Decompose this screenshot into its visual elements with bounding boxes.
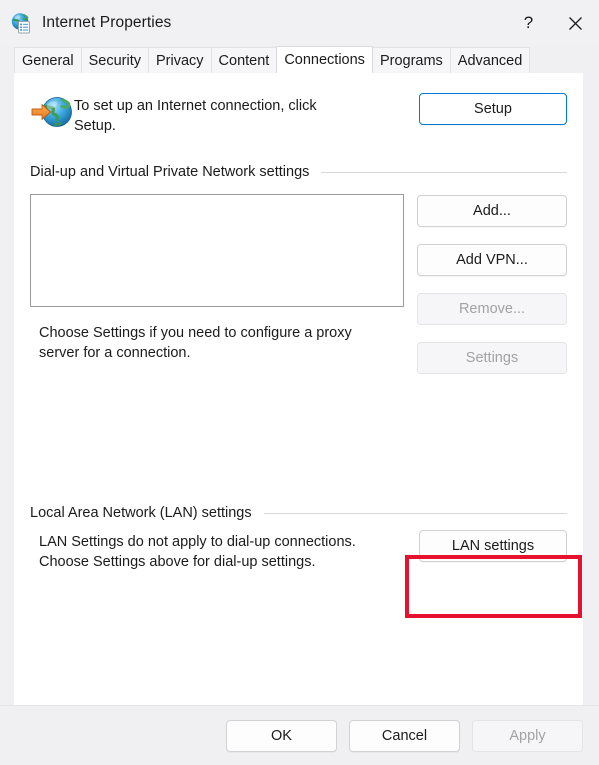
internet-properties-globe-icon	[10, 12, 32, 34]
close-icon	[568, 16, 583, 31]
dialup-body: Choose Settings if you need to configure…	[30, 194, 567, 374]
remove-button: Remove...	[417, 293, 567, 325]
help-button[interactable]: ?	[505, 0, 552, 46]
tab-programs[interactable]: Programs	[371, 47, 451, 73]
tab-connections[interactable]: Connections	[276, 46, 373, 73]
setup-button[interactable]: Setup	[419, 93, 567, 125]
group-divider	[263, 512, 567, 514]
internet-properties-dialog: Internet Properties ? General Security P…	[0, 0, 599, 765]
proxy-hint-text: Choose Settings if you need to configure…	[39, 325, 352, 361]
dialup-button-column: Add... Add VPN... Remove... Settings	[404, 195, 567, 374]
group-divider	[321, 171, 567, 173]
connections-panel: To set up an Internet connection, click …	[14, 73, 583, 705]
question-mark-icon: ?	[523, 13, 534, 32]
dialup-left-column: Choose Settings if you need to configure…	[30, 194, 404, 363]
dialup-group-title: Dial-up and Virtual Private Network sett…	[30, 164, 310, 180]
ok-button[interactable]: OK	[226, 719, 337, 752]
add-button[interactable]: Add...	[417, 195, 567, 227]
dialup-connections-list[interactable]	[30, 194, 404, 307]
add-vpn-button[interactable]: Add VPN...	[417, 244, 567, 276]
cancel-button[interactable]: Cancel	[349, 719, 460, 752]
dialog-footer: OK Cancel Apply	[0, 705, 599, 765]
setup-description: To set up an Internet connection, click …	[74, 98, 317, 134]
lan-body: LAN Settings do not apply to dial-up con…	[30, 530, 567, 572]
tab-general[interactable]: General	[14, 47, 82, 73]
lan-hint-text: LAN Settings do not apply to dial-up con…	[39, 534, 356, 570]
apply-button: Apply	[472, 719, 583, 752]
settings-button: Settings	[417, 342, 567, 374]
tab-bar: General Security Privacy Content Connect…	[0, 46, 599, 73]
lan-settings-button[interactable]: LAN settings	[419, 530, 567, 562]
content-area: To set up an Internet connection, click …	[0, 73, 599, 705]
caption-button-group: ?	[505, 0, 599, 46]
dialup-group-header: Dial-up and Virtual Private Network sett…	[30, 164, 567, 180]
tab-security[interactable]: Security	[80, 47, 149, 73]
lan-group-title: Local Area Network (LAN) settings	[30, 505, 252, 521]
window-title: Internet Properties	[42, 14, 172, 31]
tab-privacy[interactable]: Privacy	[147, 47, 212, 73]
tab-advanced[interactable]: Advanced	[449, 47, 531, 73]
internet-connection-row: To set up an Internet connection, click …	[30, 91, 567, 136]
lan-group-header: Local Area Network (LAN) settings	[30, 505, 567, 521]
globe-with-arrow-icon	[30, 93, 74, 131]
tab-content[interactable]: Content	[210, 47, 278, 73]
title-bar: Internet Properties ?	[0, 0, 599, 46]
close-button[interactable]	[552, 0, 599, 46]
